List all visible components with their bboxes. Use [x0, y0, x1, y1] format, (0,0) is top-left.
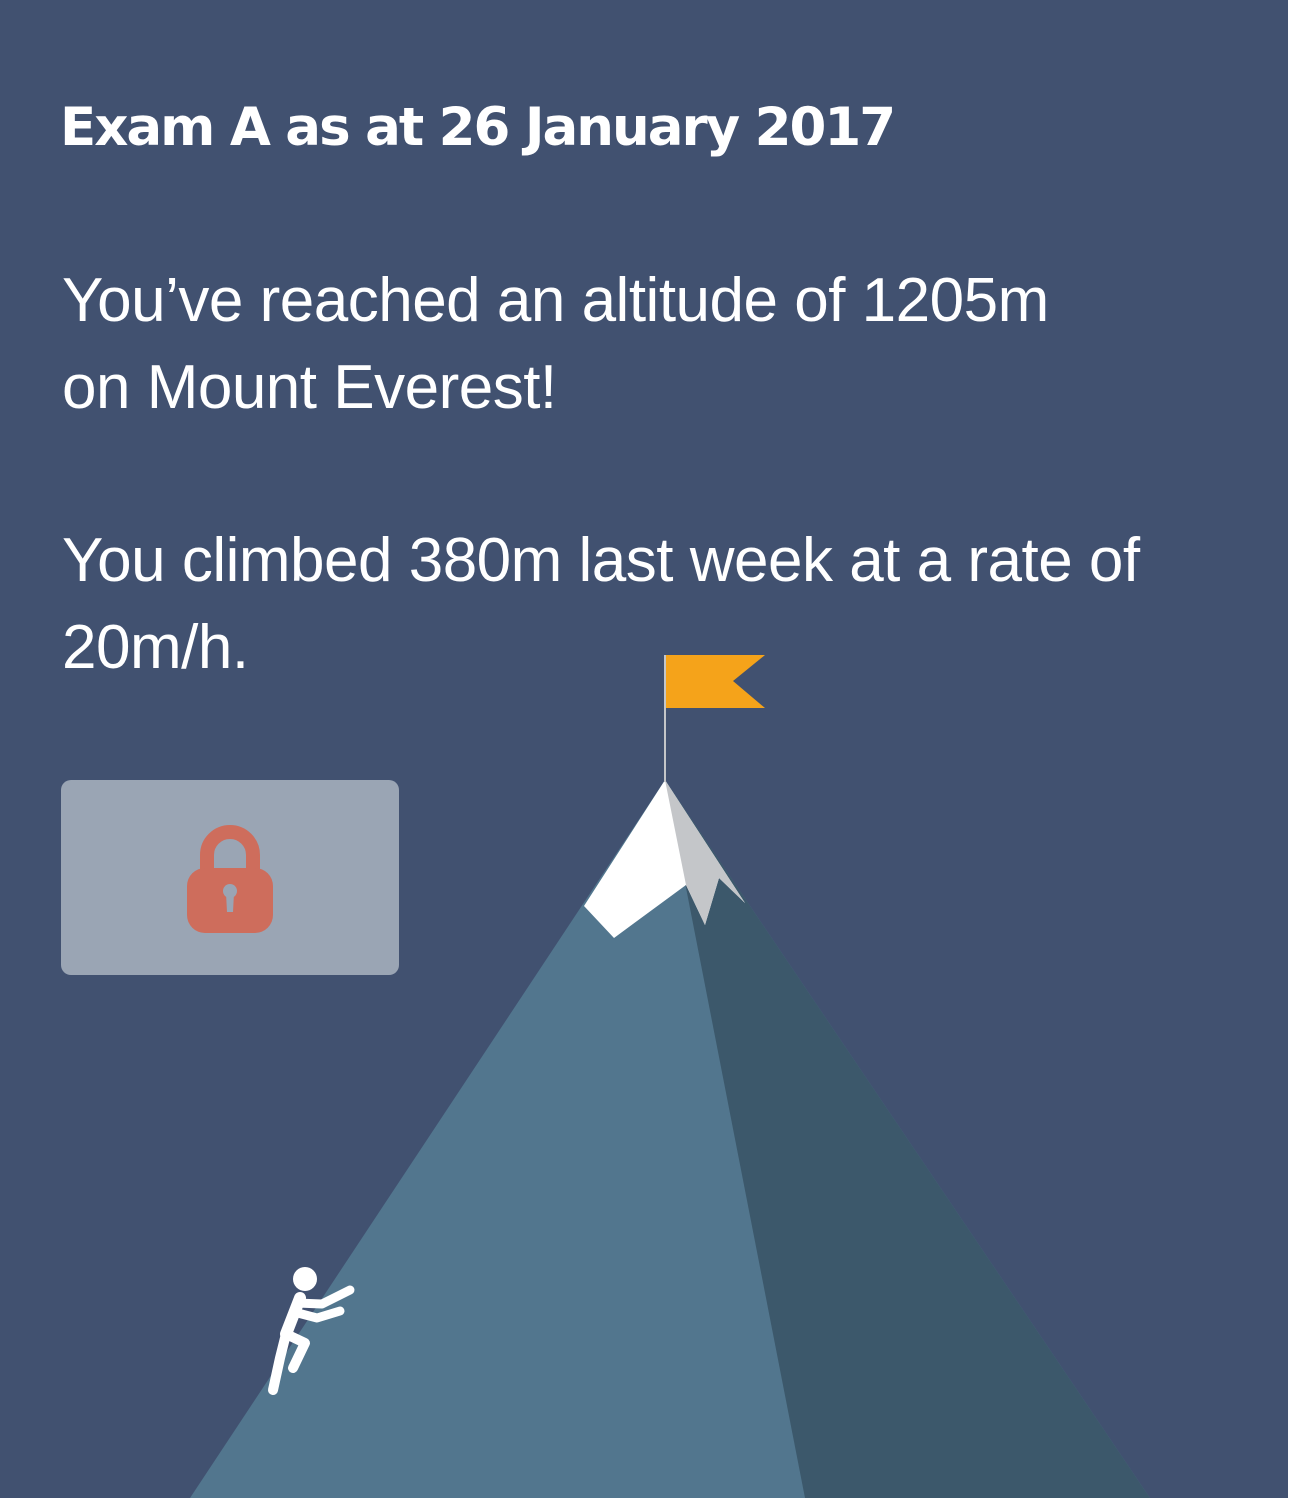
progress-card: Exam A as at 26 January 2017 You’ve reac… [0, 0, 1288, 1498]
flag-icon [664, 655, 765, 782]
mountain-illustration [190, 655, 1150, 1498]
